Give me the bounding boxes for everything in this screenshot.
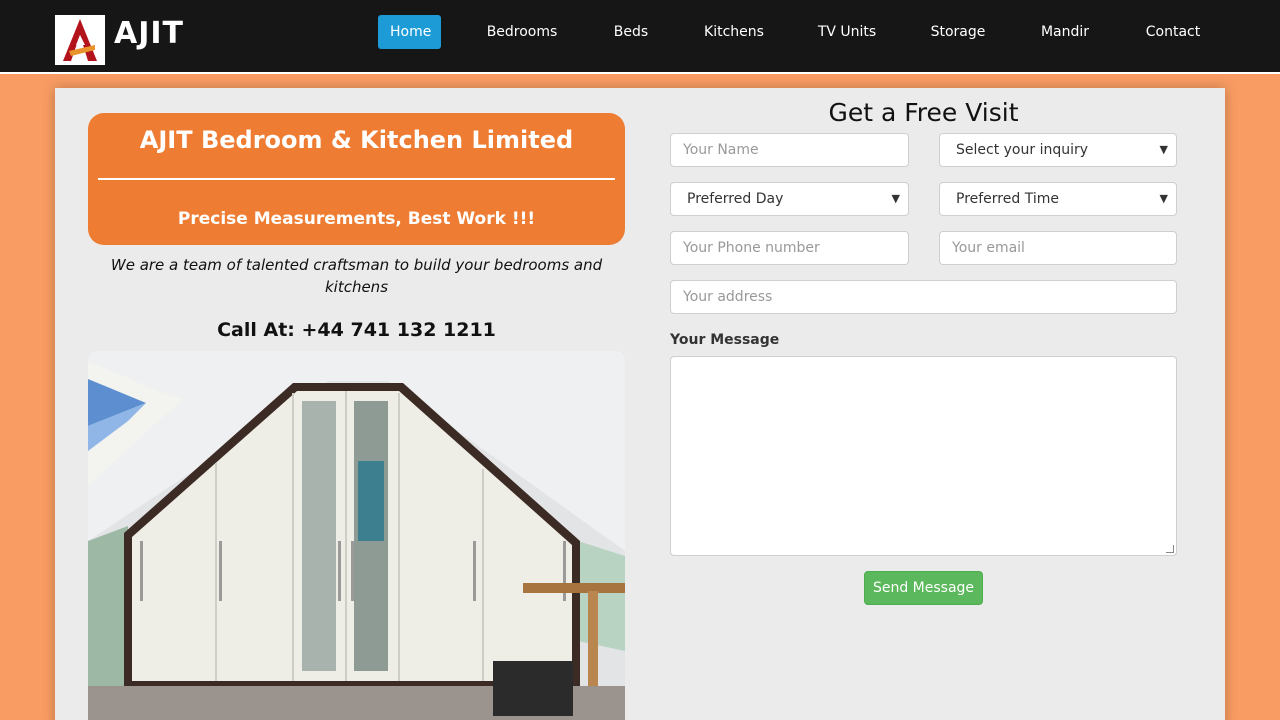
preferred-day-select[interactable]: Preferred Day ▼	[670, 182, 909, 216]
chevron-down-icon: ▼	[1159, 192, 1168, 205]
navbar: AJIT Home Bedrooms Beds Kitchens TV Unit…	[0, 0, 1280, 74]
phone-input[interactable]: Your Phone number	[670, 231, 909, 265]
nav-item-beds[interactable]: Beds	[606, 15, 656, 49]
tagline: We are a team of talented craftsman to b…	[110, 256, 603, 296]
chevron-down-icon: ▼	[891, 192, 900, 205]
nav-item-contact[interactable]: Contact	[1138, 15, 1208, 49]
content-panel: AJIT Bedroom & Kitchen Limited Precise M…	[55, 88, 1225, 720]
company-title: AJIT Bedroom & Kitchen Limited	[139, 126, 574, 154]
nav-item-bedrooms[interactable]: Bedrooms	[478, 15, 566, 49]
send-message-button[interactable]: Send Message	[864, 571, 983, 605]
wardrobe-photo	[88, 351, 625, 720]
company-slogan: Precise Measurements, Best Work !!!	[177, 209, 536, 229]
nav-item-home[interactable]: Home	[378, 15, 441, 49]
chevron-down-icon: ▼	[1159, 143, 1168, 156]
nav-item-tv-units[interactable]: TV Units	[812, 15, 882, 49]
email-input[interactable]: Your email	[939, 231, 1177, 265]
inquiry-select-value: Select your inquiry	[956, 142, 1089, 158]
preferred-time-select[interactable]: Preferred Time ▼	[939, 182, 1177, 216]
hero-divider	[98, 178, 615, 180]
nav-item-storage[interactable]: Storage	[924, 15, 992, 49]
hero-card: AJIT Bedroom & Kitchen Limited Precise M…	[88, 113, 625, 245]
preferred-day-value: Preferred Day	[687, 191, 784, 207]
message-textarea[interactable]	[670, 356, 1177, 556]
form-title: Get a Free Visit	[828, 98, 1019, 127]
ajit-logo-icon[interactable]	[55, 15, 105, 65]
nav-item-mandir[interactable]: Mandir	[1034, 15, 1096, 49]
call-number[interactable]: Call At: +44 741 132 1211	[88, 316, 625, 344]
resize-handle-icon[interactable]	[1166, 545, 1174, 553]
inquiry-select[interactable]: Select your inquiry ▼	[939, 133, 1177, 167]
message-label: Your Message	[670, 332, 780, 348]
nav-item-kitchens[interactable]: Kitchens	[698, 15, 770, 49]
preferred-time-value: Preferred Time	[956, 191, 1059, 207]
name-input[interactable]: Your Name	[670, 133, 909, 167]
brand-name[interactable]: AJIT	[114, 14, 184, 54]
address-input[interactable]: Your address	[670, 280, 1177, 314]
